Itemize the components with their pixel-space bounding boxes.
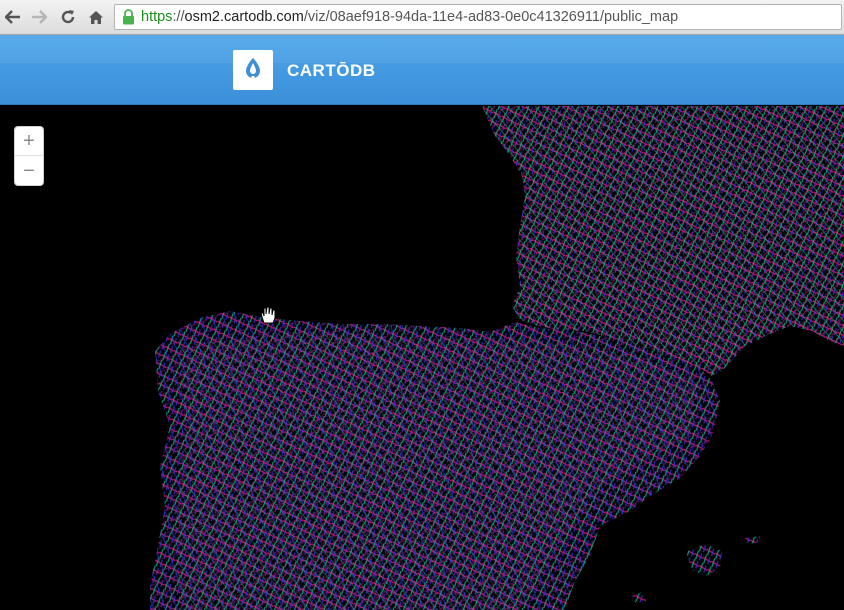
url-separator: :// (172, 9, 185, 25)
brand-name[interactable]: CARTŌDB (287, 61, 376, 81)
map-canvas[interactable]: + − (0, 106, 844, 610)
menorca-land (745, 536, 762, 544)
home-icon[interactable] (85, 6, 107, 28)
hand-cursor-icon (260, 306, 276, 324)
zoom-control: + − (14, 126, 44, 186)
cartodb-header: CARTŌDB (0, 35, 844, 105)
url-path: /viz/08aef918-94da-11e4-ad83-0e0c4132691… (303, 9, 679, 25)
ibiza-land (632, 592, 646, 604)
cartodb-logo-icon[interactable] (233, 50, 273, 90)
back-arrow-icon[interactable] (2, 6, 24, 28)
lock-icon (123, 9, 134, 25)
url-host: osm2.cartodb.com (184, 9, 304, 25)
forward-arrow-icon[interactable] (28, 6, 50, 28)
zoom-out-button[interactable]: − (15, 156, 43, 185)
river-terrain-layer (150, 106, 844, 610)
zoom-in-button[interactable]: + (15, 127, 43, 156)
browser-toolbar: https://osm2.cartodb.com/viz/08aef918-94… (0, 0, 844, 35)
address-bar[interactable]: https://osm2.cartodb.com/viz/08aef918-94… (114, 4, 842, 30)
reload-icon[interactable] (57, 6, 79, 28)
url-scheme: https (141, 9, 173, 25)
mallorca-land (686, 544, 722, 576)
